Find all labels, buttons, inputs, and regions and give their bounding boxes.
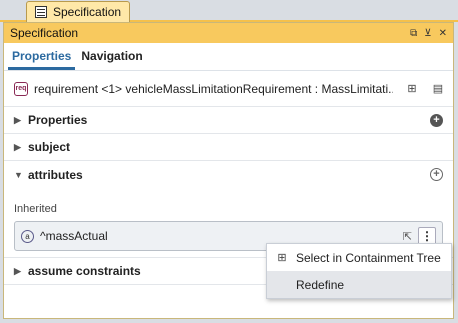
section-properties[interactable]: ▶ Properties + — [4, 107, 453, 134]
section-properties-label: Properties — [28, 113, 88, 127]
inherited-label: Inherited — [14, 203, 57, 215]
window-title: Specification — [10, 26, 79, 40]
specification-doc-tab[interactable]: Specification — [26, 1, 130, 22]
section-subject[interactable]: ▶ subject — [4, 134, 453, 161]
section-attributes[interactable]: ▼ attributes + — [4, 161, 453, 188]
float-icon[interactable]: ⧉ — [410, 28, 417, 39]
table-icon — [35, 6, 47, 18]
panel-tabs: Properties Navigation — [4, 43, 453, 71]
expand-arrow-icon: ▶ — [14, 114, 21, 125]
section-attributes-label: attributes — [28, 167, 83, 182]
menu-item-select-in-containment-tree[interactable]: ⊞ Select in Containment Tree — [267, 244, 451, 271]
window-titlebar: Specification ⧉ ⊻ ✕ — [4, 23, 453, 43]
select-in-tree-icon[interactable]: ⊞ — [405, 82, 419, 96]
menu-item-redefine[interactable]: Redefine — [267, 271, 451, 298]
attribute-value: ^massActual — [40, 229, 108, 243]
collapse-arrow-icon: ▼ — [14, 169, 23, 180]
add-property-icon[interactable]: + — [430, 113, 443, 127]
menu-item-label: Select in Containment Tree — [296, 250, 441, 265]
attribute-icon: a — [21, 229, 34, 243]
expand-arrow-icon: ▶ — [14, 265, 21, 276]
requirement-icon: req — [14, 81, 28, 96]
pin-icon[interactable]: ⊻ — [424, 28, 431, 39]
open-spec-icon[interactable]: ▤ — [431, 82, 445, 96]
menu-item-label: Redefine — [296, 277, 345, 292]
containment-tree-icon: ⊞ — [277, 252, 287, 264]
section-subject-label: subject — [28, 140, 71, 154]
open-external-icon[interactable]: ⇱ — [403, 230, 412, 243]
element-header: req requirement <1> vehicleMassLimitatio… — [4, 71, 453, 107]
add-attribute-icon[interactable]: + — [430, 168, 443, 181]
doc-tab-label: Specification — [53, 5, 122, 19]
tab-properties[interactable]: Properties — [8, 49, 76, 70]
document-tabstrip: Specification — [0, 0, 458, 22]
context-menu: ⊞ Select in Containment Tree Redefine — [266, 243, 452, 299]
close-icon[interactable]: ✕ — [439, 28, 447, 39]
tab-navigation[interactable]: Navigation — [77, 49, 146, 70]
expand-arrow-icon: ▶ — [14, 141, 21, 152]
element-name: requirement <1> vehicleMassLimitationReq… — [34, 81, 393, 96]
